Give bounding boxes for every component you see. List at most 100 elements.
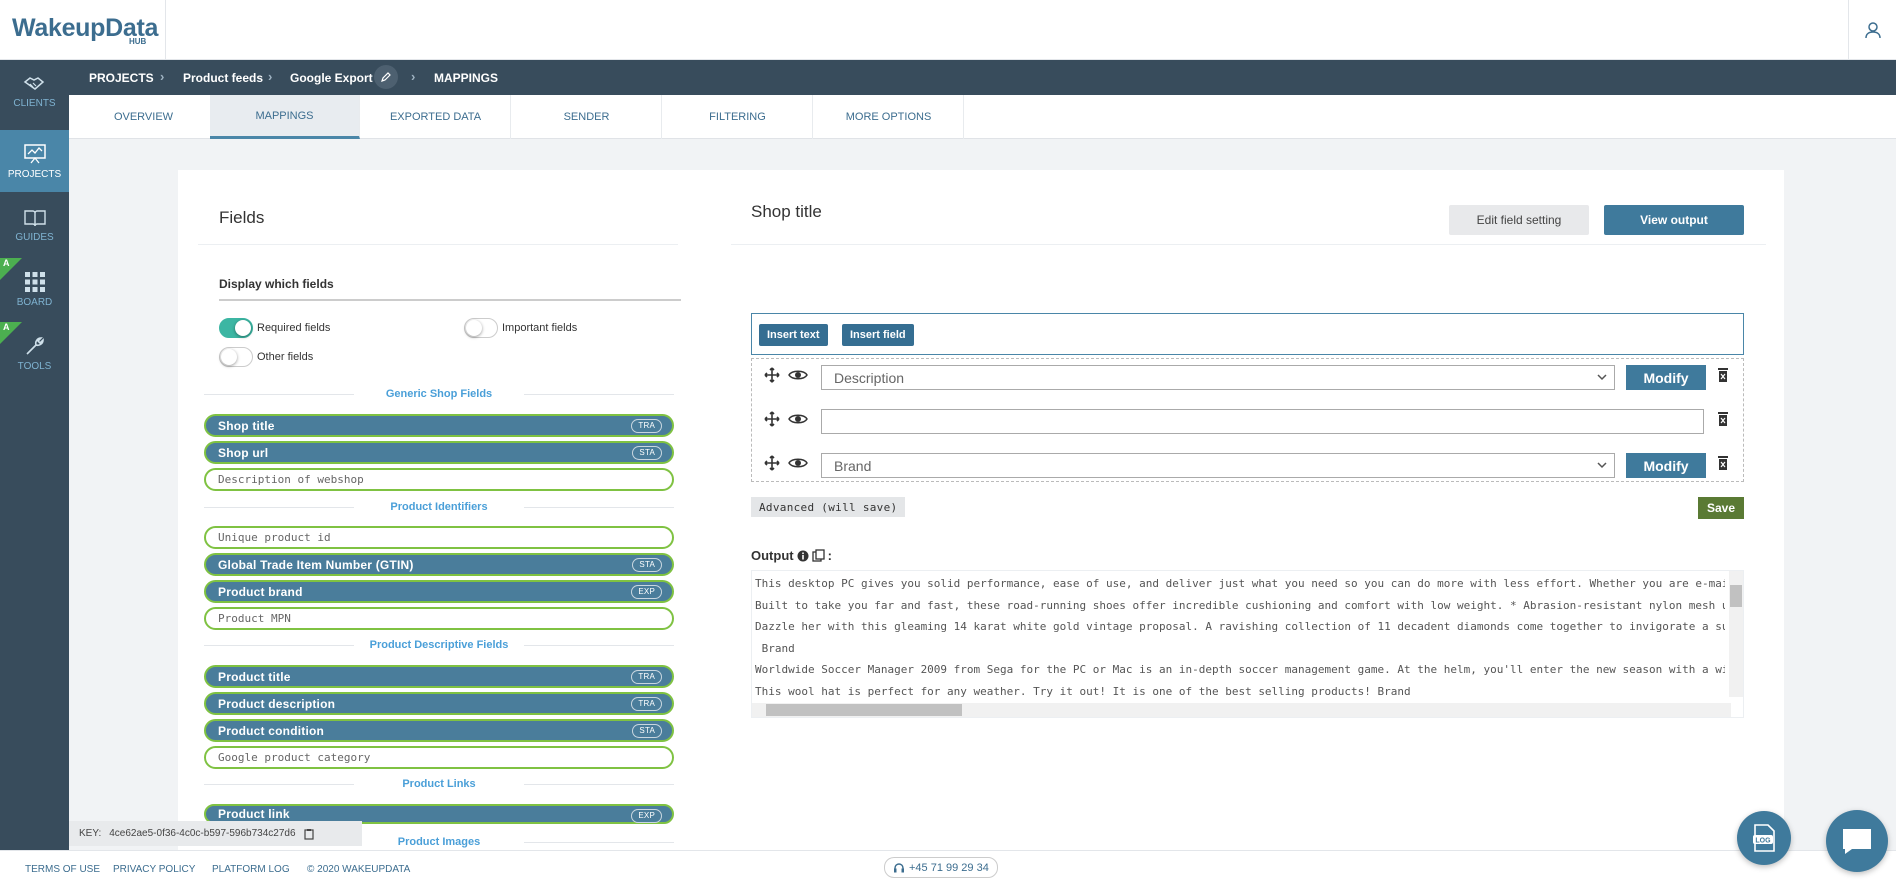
field-description-of-webshop[interactable]: Description of webshop [204,468,674,491]
divider [198,244,678,245]
sidebar-item-projects[interactable]: PROJECTS [0,130,69,192]
copy-icon[interactable] [811,549,825,562]
field-product-title[interactable]: Product title TRA [204,665,674,688]
scroll-thumb[interactable] [1730,585,1742,607]
clipboard-icon[interactable] [303,828,314,840]
key-value: 4ce62ae5-0f36-4c0c-b597-596b734c27d6 [109,828,296,839]
delete-icon[interactable] [1717,455,1729,471]
info-icon[interactable] [797,550,809,562]
move-icon[interactable] [764,455,780,471]
copyright: © 2020 WAKEUPDATA [307,864,411,875]
footer: TERMS OF USE PRIVACY POLICY PLATFORM LOG… [0,850,1896,883]
view-output-button[interactable]: View output [1604,205,1744,235]
breadcrumb-product-feeds[interactable]: Product feeds [183,71,263,85]
output-line: This desktop PC gives you solid performa… [755,577,1725,590]
field-product-condition[interactable]: Product condition STA [204,719,674,742]
move-icon[interactable] [764,411,780,427]
eye-icon[interactable] [788,412,808,426]
logo[interactable]: WakeupData HUB [0,0,166,60]
sidebar-item-board[interactable]: A BOARD [0,258,69,320]
field-product-brand[interactable]: Product brand EXP [204,580,674,603]
log-button[interactable]: LOG [1737,811,1791,865]
presentation-icon [23,143,46,163]
modify-button[interactable]: Modify [1626,453,1706,478]
phone-badge[interactable]: +45 71 99 29 34 [884,857,998,878]
insert-text-button[interactable]: Insert text [759,324,828,346]
section-generic-shop-fields: Generic Shop Fields [204,388,674,400]
output-label: Output [751,548,794,563]
terms-link[interactable]: TERMS OF USE [25,864,100,875]
headset-icon [894,862,904,872]
sidebar-item-tools[interactable]: A TOOLS [0,322,69,384]
output-line: Dazzle her with this gleaming 14 karat w… [755,620,1725,633]
user-icon [1864,22,1881,39]
tab-more-options[interactable]: MORE OPTIONS [814,95,964,139]
move-icon[interactable] [764,367,780,383]
tab-exported-data[interactable]: EXPORTED DATA [361,95,511,139]
breadcrumb: PROJECTS › Product feeds › Google Export… [69,60,1896,95]
field-unique-product-id[interactable]: Unique product id [204,526,674,549]
breadcrumb-separator: › [411,69,416,84]
toggle-switch[interactable] [219,347,253,367]
scroll-thumb[interactable] [766,704,962,716]
field-google-product-category[interactable]: Google product category [204,746,674,769]
breadcrumb-mappings[interactable]: MAPPINGS [434,71,498,85]
field-tag: EXP [631,585,662,599]
platform-log-link[interactable]: PLATFORM LOG [212,864,290,875]
tab-mappings[interactable]: MAPPINGS [210,95,360,139]
delete-icon[interactable] [1717,367,1729,383]
user-menu-button[interactable] [1848,0,1896,60]
sidebar: CLIENTS PROJECTS GUIDES A BOARD A TOOLS [0,60,69,850]
toggle-label: Other fields [257,351,314,363]
sidebar-item-label: TOOLS [17,360,52,372]
toggle-switch[interactable] [219,318,253,338]
new-badge: A [0,258,22,280]
modify-button[interactable]: Modify [1626,365,1706,390]
field-select-description[interactable]: Description [821,365,1615,390]
text-input[interactable] [821,409,1704,434]
handshake-icon [23,76,44,90]
grid-icon [24,271,45,292]
sidebar-item-guides[interactable]: GUIDES [0,194,69,256]
important-fields-toggle[interactable]: Important fields [464,318,577,338]
field-product-mpn[interactable]: Product MPN [204,607,674,630]
log-document-icon: LOG [1753,824,1775,852]
advanced-button[interactable]: Advanced (will save) [751,497,906,517]
horizontal-scrollbar[interactable] [752,703,1731,717]
toggle-switch[interactable] [464,318,498,338]
field-tag: STA [632,724,662,738]
field-shop-url[interactable]: Shop url STA [204,441,674,464]
required-fields-toggle[interactable]: Required fields [219,318,330,338]
breadcrumb-separator: › [160,69,165,84]
mapping-card: Fields Display which fields Required fie… [178,170,1784,850]
privacy-link[interactable]: PRIVACY POLICY [113,864,195,875]
tab-filtering[interactable]: FILTERING [663,95,813,139]
chevron-down-icon [1597,374,1607,381]
wrench-icon [25,336,44,355]
insert-field-button[interactable]: Insert field [842,324,914,346]
chat-button[interactable] [1826,810,1888,872]
breadcrumb-google-export[interactable]: Google Export [290,71,373,85]
save-button[interactable]: Save [1698,497,1744,519]
field-select-brand[interactable]: Brand [821,453,1615,478]
field-product-description[interactable]: Product description TRA [204,692,674,715]
section-product-identifiers: Product Identifiers [204,501,674,513]
eye-icon[interactable] [788,368,808,382]
insert-toolbar: Insert text Insert field [751,313,1744,355]
output-lines: This desktop PC gives you solid performa… [755,573,1725,702]
field-shop-title[interactable]: Shop title TRA [204,414,674,437]
vertical-scrollbar[interactable] [1729,571,1743,697]
field-gtin[interactable]: Global Trade Item Number (GTIN) STA [204,553,674,576]
other-fields-toggle[interactable]: Other fields [219,347,313,367]
edit-field-setting-button[interactable]: Edit field setting [1449,205,1589,235]
eye-icon[interactable] [788,456,808,470]
tab-overview[interactable]: OVERVIEW [69,95,219,139]
tab-sender[interactable]: SENDER [512,95,662,139]
output-line: Worldwide Soccer Manager 2009 from Sega … [755,663,1725,676]
pencil-icon [381,72,391,82]
output-preview[interactable]: This desktop PC gives you solid performa… [751,570,1744,718]
delete-icon[interactable] [1717,411,1729,427]
edit-feed-button[interactable] [374,65,398,89]
breadcrumb-projects[interactable]: PROJECTS [89,71,154,85]
sidebar-item-clients[interactable]: CLIENTS [0,60,69,122]
